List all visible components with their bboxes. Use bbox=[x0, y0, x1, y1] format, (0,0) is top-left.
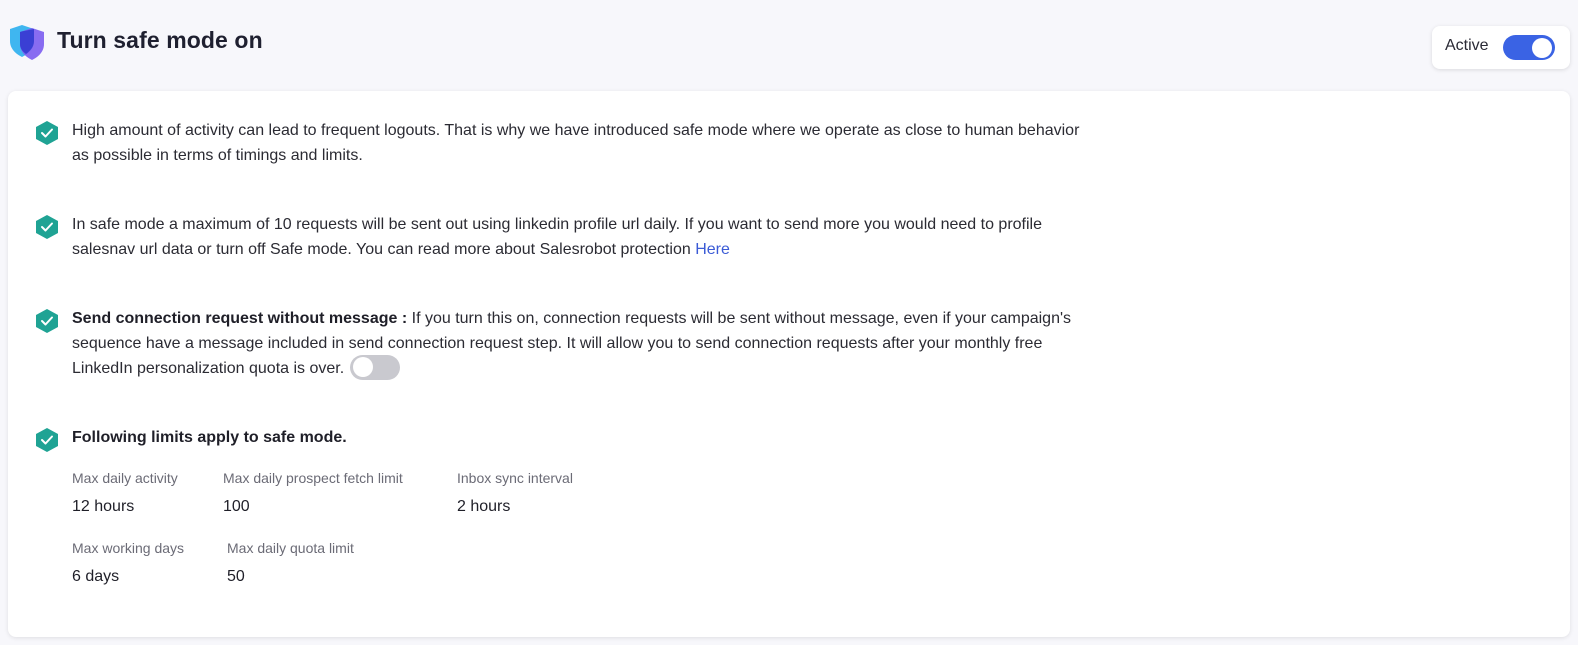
limit-label-prospect-fetch: Max daily prospect fetch limit bbox=[223, 470, 403, 486]
safe-mode-page: Turn safe mode on Active High amount of … bbox=[0, 0, 1578, 645]
header: Turn safe mode on Active bbox=[0, 0, 1578, 88]
check-badge-icon bbox=[36, 215, 58, 239]
limit-value-max-daily-activity: 12 hours bbox=[72, 498, 135, 515]
info-item-text: Following limits apply to safe mode. bbox=[72, 425, 1092, 450]
check-badge-icon bbox=[36, 428, 58, 452]
connection-request-heading: Send connection request without message … bbox=[72, 310, 408, 327]
limit-value-prospect-fetch: 100 bbox=[223, 498, 250, 515]
status-label: Active bbox=[1445, 37, 1489, 54]
here-link[interactable]: Here bbox=[695, 241, 730, 258]
check-badge-icon bbox=[36, 121, 58, 145]
safe-mode-details-card: High amount of activity can lead to freq… bbox=[8, 91, 1570, 637]
safe-mode-status-card: Active bbox=[1432, 26, 1570, 69]
info-item-text: Send connection request without message … bbox=[72, 306, 1092, 381]
limit-value-inbox-sync: 2 hours bbox=[457, 498, 511, 515]
shield-icon bbox=[10, 25, 44, 60]
info-item-text: In safe mode a maximum of 10 requests wi… bbox=[72, 212, 1092, 262]
limit-label-inbox-sync: Inbox sync interval bbox=[457, 470, 573, 486]
limit-label-daily-quota: Max daily quota limit bbox=[227, 540, 354, 556]
toggle-knob bbox=[1532, 37, 1552, 58]
send-without-message-toggle[interactable] bbox=[350, 354, 401, 380]
request-limit-text: In safe mode a maximum of 10 requests wi… bbox=[72, 216, 1042, 258]
limit-value-working-days: 6 days bbox=[72, 568, 120, 585]
safe-mode-toggle[interactable] bbox=[1503, 35, 1555, 60]
info-item-text: High amount of activity can lead to freq… bbox=[72, 122, 1080, 164]
limit-label-max-daily-activity: Max daily activity bbox=[72, 470, 178, 486]
check-badge-icon bbox=[36, 309, 58, 333]
toggle-knob bbox=[353, 357, 374, 378]
page-title: Turn safe mode on bbox=[57, 27, 263, 53]
limit-value-daily-quota: 50 bbox=[227, 568, 245, 585]
limits-heading: Following limits apply to safe mode. bbox=[72, 429, 347, 446]
limit-label-working-days: Max working days bbox=[72, 540, 185, 556]
